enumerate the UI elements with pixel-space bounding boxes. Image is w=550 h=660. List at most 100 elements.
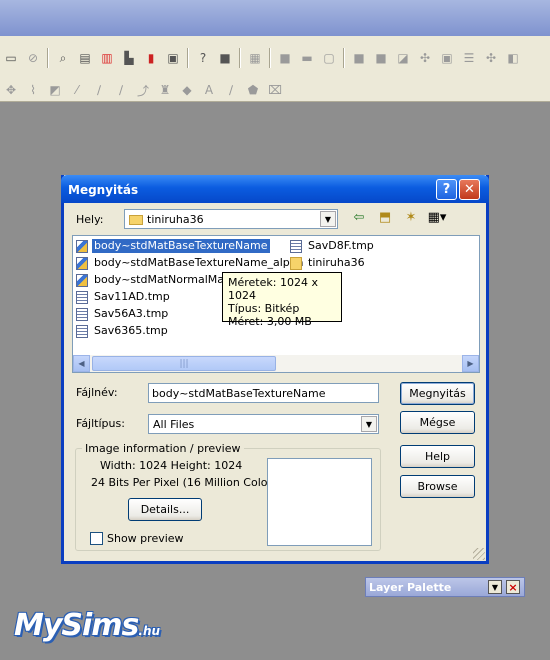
details-button[interactable]: Details... <box>128 498 202 521</box>
new-folder-icon[interactable]: ✶ <box>401 210 421 225</box>
toolbar-row-2: ✥ ⌇ ◩ ⁄ ∕ ∕ ⤴ ♜ ◆ A ∕ ⬟ ⌧ <box>0 76 286 104</box>
filename-input[interactable]: body~stdMatBaseTextureName <box>148 383 379 403</box>
tmp-file-icon <box>76 324 88 338</box>
layer-palette-title: Layer Palette <box>369 581 452 594</box>
tooltip-type: Típus: Bitkép <box>228 302 300 315</box>
toolbar-row-1: ▭ ⊘ ⌕ ▤ ▥ ▙ ▮ ▣ ? ■ ▦ ■ ▬ ▢ ■ ■ ◪ ✣ ▣ ☰ … <box>0 44 524 72</box>
dialog-title-bar: Megnyitás ? ✕ <box>61 175 489 203</box>
tmp-file-icon <box>76 290 88 304</box>
list-item[interactable]: Sav11AD.tmp <box>76 289 172 305</box>
grid-icon[interactable]: ■ <box>372 49 390 67</box>
toolbar-separator <box>343 48 345 68</box>
image-file-icon <box>76 273 88 287</box>
tooltip-dimensions: Méretek: 1024 x 1024 <box>228 276 318 302</box>
browse-button[interactable]: Browse <box>400 475 475 498</box>
retouch-icon[interactable]: ⤴ <box>134 81 152 99</box>
window-icon[interactable]: ▣ <box>164 49 182 67</box>
folder-icon <box>129 215 143 225</box>
scrollbar-thumb[interactable]: ||| <box>92 356 276 371</box>
filetype-label: Fájltípus: <box>76 417 125 430</box>
image-file-icon <box>76 239 88 253</box>
script-icon[interactable]: ▦ <box>246 49 264 67</box>
list-item[interactable]: body~stdMatBaseTextureName <box>76 238 271 254</box>
filename-value: body~stdMatBaseTextureName <box>152 387 326 400</box>
layers-icon[interactable]: ▣ <box>438 49 456 67</box>
toolbar-area: ▭ ⊘ ⌕ ▤ ▥ ▙ ▮ ▣ ? ■ ▦ ■ ▬ ▢ ■ ■ ◪ ✣ ▣ ☰ … <box>0 36 550 102</box>
move-icon[interactable]: ✥ <box>2 81 20 99</box>
look-in-label: Hely: <box>76 213 104 226</box>
chevron-down-icon[interactable]: ▼ <box>320 211 336 227</box>
back-icon[interactable]: ⇦ <box>349 210 369 225</box>
histogram-icon[interactable]: ▥ <box>98 49 116 67</box>
clone-icon[interactable]: ∕ <box>112 81 130 99</box>
show-preview-checkbox[interactable] <box>90 532 103 545</box>
show-preview-label: Show preview <box>107 532 184 545</box>
filename-label: Fájlnév: <box>76 386 118 399</box>
app-title-bar <box>0 0 550 36</box>
list-item[interactable]: Sav56A3.tmp <box>76 306 170 322</box>
chevron-down-icon[interactable]: ▼ <box>361 416 377 432</box>
scroll-right-icon[interactable]: ▶ <box>462 355 479 372</box>
list-item[interactable]: body~stdMatNormalMapTe <box>76 272 245 288</box>
tooltip-size: Méret: 3,00 MB <box>228 315 312 328</box>
help-pointer-icon[interactable]: ? <box>194 49 212 67</box>
chevron-down-icon[interactable]: ▼ <box>488 580 502 594</box>
grid-icon[interactable]: ■ <box>350 49 368 67</box>
no-icon[interactable]: ⊘ <box>24 49 42 67</box>
palette-icon[interactable]: ▮ <box>142 49 160 67</box>
list-item[interactable]: tiniruha36 <box>290 255 367 271</box>
list-item[interactable]: body~stdMatBaseTextureName_alpha <box>76 255 306 271</box>
line-icon[interactable]: ▬ <box>298 49 316 67</box>
scroll-left-icon[interactable]: ◀ <box>73 355 90 372</box>
folder-icon <box>290 256 302 270</box>
crop-icon[interactable]: ◩ <box>46 81 64 99</box>
list-item[interactable]: Sav6365.tmp <box>76 323 170 339</box>
toolbar-separator <box>47 48 49 68</box>
look-in-combo[interactable]: tiniruha36 ▼ <box>124 209 338 229</box>
open-button[interactable]: Megnyitás <box>400 382 475 405</box>
lock-icon[interactable]: ■ <box>216 49 234 67</box>
screen-icon[interactable]: ▭ <box>2 49 20 67</box>
look-in-value: tiniruha36 <box>147 213 204 226</box>
shape-icon[interactable]: ⬟ <box>244 81 262 99</box>
levels-icon[interactable]: ▙ <box>120 49 138 67</box>
frame-icon[interactable]: ⌧ <box>266 81 284 99</box>
toolbar-separator <box>239 48 241 68</box>
dropper-icon[interactable]: ⁄ <box>68 81 86 99</box>
up-folder-icon[interactable]: ⬒ <box>375 210 395 225</box>
layer-palette-bar[interactable]: Layer Palette ▼ × <box>365 577 525 597</box>
horizontal-scrollbar[interactable]: ◀ ||| ▶ <box>73 355 479 372</box>
brush-icon[interactable]: ∕ <box>90 81 108 99</box>
hierarchy-icon[interactable]: ☰ <box>460 49 478 67</box>
toolbar-separator <box>269 48 271 68</box>
tmp-file-icon <box>290 239 302 253</box>
dialog-title: Megnyitás <box>68 183 139 197</box>
help-button[interactable]: Help <box>400 445 475 468</box>
fill-icon[interactable]: ◆ <box>178 81 196 99</box>
image-dimensions: Width: 1024 Height: 1024 <box>100 459 243 472</box>
resize-grip[interactable] <box>473 548 485 560</box>
help-icon[interactable]: ? <box>436 179 457 200</box>
open-file-dialog: Megnyitás ? ✕ Hely: tiniruha36 ▼ ⇦ ⬒ ✶ ▦… <box>61 175 489 564</box>
view-menu-icon[interactable]: ▦▾ <box>427 210 447 225</box>
close-icon[interactable]: ✕ <box>459 179 480 200</box>
close-icon[interactable]: × <box>506 580 520 594</box>
cancel-button[interactable]: Mégse <box>400 411 475 434</box>
text-icon[interactable]: A <box>200 81 218 99</box>
layers2-icon[interactable]: ◧ <box>504 49 522 67</box>
rect-icon[interactable]: ▢ <box>320 49 338 67</box>
logo: MySims.hu <box>14 608 160 643</box>
zoom-icon[interactable]: ⌕ <box>54 49 72 67</box>
people-icon[interactable]: ✣ <box>416 49 434 67</box>
combine-icon[interactable]: ✣ <box>482 49 500 67</box>
pen-icon[interactable]: ◪ <box>394 49 412 67</box>
lasso-icon[interactable]: ⌇ <box>24 81 42 99</box>
list-item[interactable]: SavD8F.tmp <box>290 238 376 254</box>
line-tool-icon[interactable]: ∕ <box>222 81 240 99</box>
stamp-icon[interactable]: ♜ <box>156 81 174 99</box>
tmp-file-icon <box>76 307 88 321</box>
square-icon[interactable]: ■ <box>276 49 294 67</box>
image-file-icon <box>76 256 88 270</box>
ruler-icon[interactable]: ▤ <box>76 49 94 67</box>
filetype-select[interactable]: All Files ▼ <box>148 414 379 434</box>
